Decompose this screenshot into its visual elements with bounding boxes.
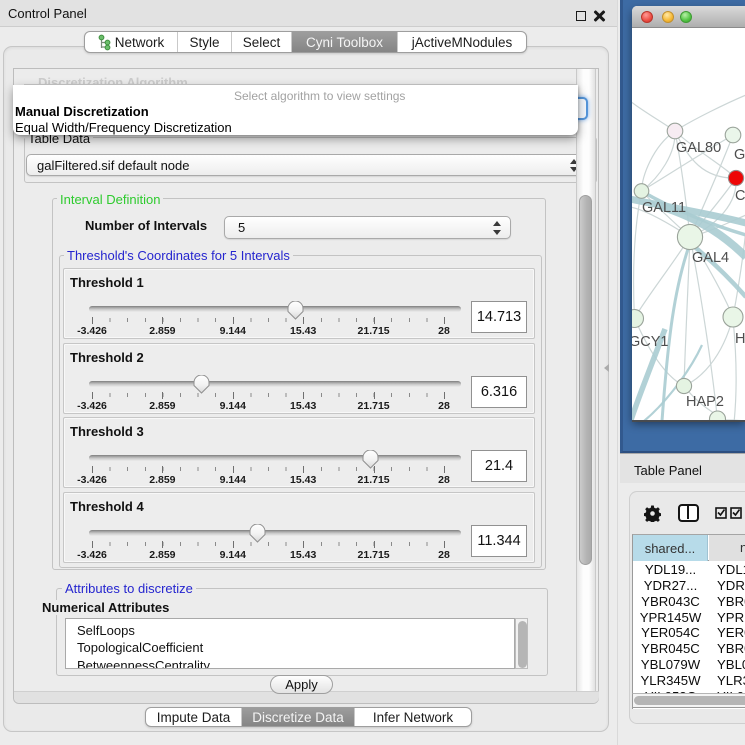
svg-text:H: H [735, 331, 745, 347]
svg-text:C: C [735, 188, 745, 204]
svg-text:GCY1: GCY1 [632, 334, 669, 350]
svg-text:GAL4: GAL4 [692, 250, 729, 266]
svg-text:GAL80: GAL80 [676, 140, 721, 156]
svg-text:HAP2: HAP2 [686, 394, 724, 410]
svg-text:GAL11: GAL11 [642, 200, 686, 216]
svg-text:GA: GA [734, 147, 745, 163]
